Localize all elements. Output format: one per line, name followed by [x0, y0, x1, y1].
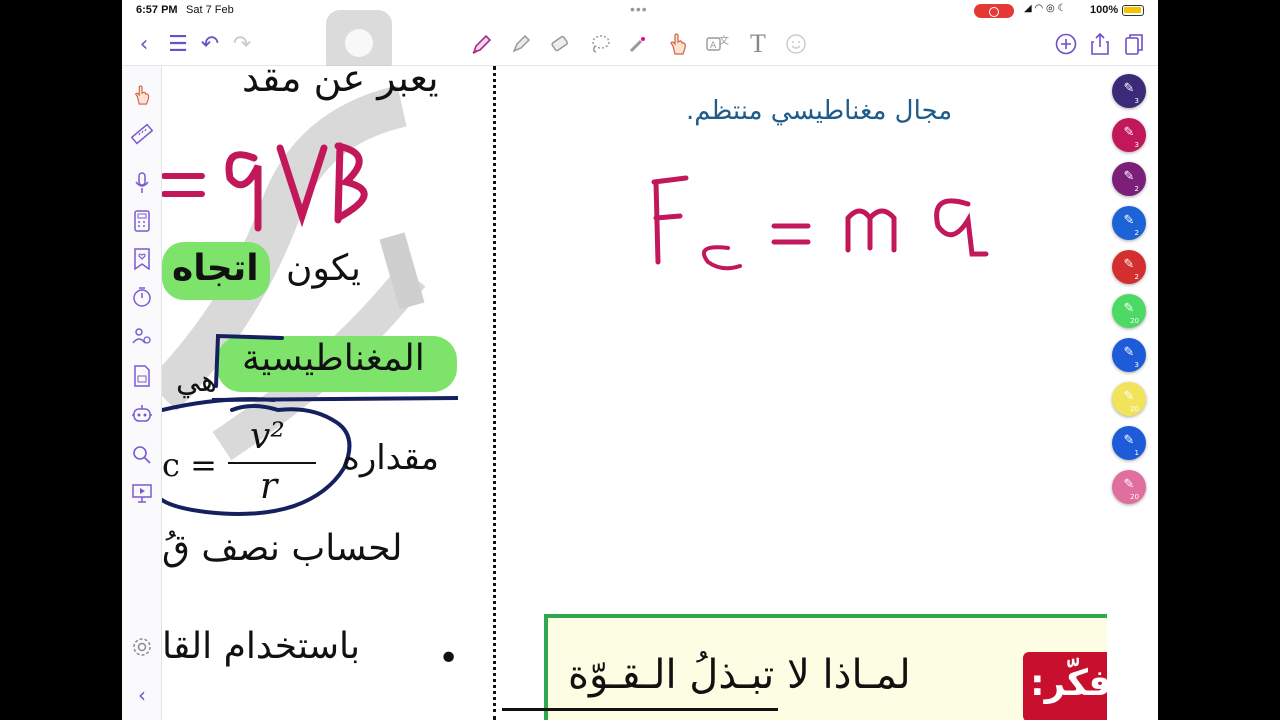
notebook-page[interactable]: يعبر عن مقد اتجاه يكون المغناطيسية هي مق… — [162, 66, 1107, 720]
hand-icon[interactable] — [127, 80, 157, 110]
bullet-point: • — [438, 638, 460, 679]
text-icon[interactable]: T — [742, 28, 774, 60]
text-line-4: مقداره — [342, 438, 439, 478]
status-bar: 6:57 PM Sat 7 Feb ••• ◢ ◠ ◎ ☾ 100% — [122, 0, 1158, 22]
text-line-5: لحساب نصف قُ — [162, 528, 403, 569]
think-badge: أُفكّر: — [1023, 652, 1107, 720]
lasso-icon[interactable] — [584, 28, 616, 60]
system-icons: ◢ ◠ ◎ ☾ — [1024, 3, 1067, 14]
think-question-box: أُفكّر: لمـاذا لا تبـذلُ الـقـوّة — [544, 614, 1107, 720]
svg-text:文: 文 — [719, 34, 729, 47]
pen-preset-blue-3[interactable]: ✎ 1 — [1112, 426, 1146, 460]
status-date: Sat 7 Feb — [186, 4, 234, 16]
text-line-6: باستخدام القا — [162, 626, 361, 667]
translate-icon[interactable]: A文 — [702, 28, 734, 60]
eraser-icon[interactable] — [544, 28, 576, 60]
pen-preset-magenta[interactable]: ✎ 3 — [1112, 118, 1146, 152]
left-sidebar: ‹ — [122, 66, 162, 720]
text-line-2: يكون — [286, 248, 361, 289]
highlighter-preset-yellow[interactable]: ✎ 20 — [1112, 382, 1146, 416]
assistant-icon[interactable] — [127, 400, 157, 430]
hand-icon[interactable] — [662, 28, 694, 60]
people-icon[interactable] — [127, 322, 157, 352]
underline-stroke — [502, 708, 778, 711]
handwritten-formula-fc-ma — [651, 175, 989, 271]
document-icon[interactable] — [127, 361, 157, 391]
search-icon[interactable] — [127, 440, 157, 470]
pen-preset-dark-purple[interactable]: ✎ 3 — [1112, 74, 1146, 108]
timer-icon[interactable] — [127, 282, 157, 312]
handwritten-formula-qvb — [162, 142, 368, 232]
equation-prefix: c = — [162, 446, 217, 484]
highlighter-icon[interactable] — [505, 28, 537, 60]
column-divider — [493, 66, 496, 720]
equation-numerator: v² — [250, 416, 285, 457]
calculator-icon[interactable] — [127, 206, 157, 236]
microphone-icon[interactable] — [127, 168, 157, 198]
screen-recording-icon[interactable] — [974, 4, 1014, 18]
undo-icon[interactable]: ↶ — [194, 28, 226, 60]
battery-percent: 100% — [1090, 4, 1119, 16]
highlighted-word-direction: اتجاه — [172, 248, 259, 289]
bookmark-heart-icon[interactable] — [127, 244, 157, 274]
sticker-icon[interactable] — [780, 28, 812, 60]
heading-uniform-field: مجال مغناطيسي منتظم. — [686, 96, 953, 126]
svg-text:A: A — [710, 41, 717, 51]
multitasking-dots-icon[interactable]: ••• — [630, 1, 648, 17]
think-question-text: لمـاذا لا تبـذلُ الـقـوّة — [568, 652, 911, 698]
settings-icon[interactable] — [127, 632, 157, 662]
highlighter-preset-pink[interactable]: ✎ 20 — [1112, 470, 1146, 504]
pen-preset-red[interactable]: ✎ 2 — [1112, 250, 1146, 284]
highlighter-preset-green[interactable]: ✎ 20 — [1112, 294, 1146, 328]
pen-preset-blue-2[interactable]: ✎ 3 — [1112, 338, 1146, 372]
pen-preset-purple[interactable]: ✎ 2 — [1112, 162, 1146, 196]
pen-preset-blue[interactable]: ✎ 2 — [1112, 206, 1146, 240]
list-icon[interactable]: ☰ — [162, 28, 194, 60]
top-toolbar: ‹ ☰ ↶ ↷ A文 T — [122, 22, 1158, 66]
handwritten-annotation — [162, 333, 459, 516]
ruler-icon[interactable] — [127, 119, 157, 149]
pen-icon[interactable] — [466, 28, 498, 60]
battery-icon — [1122, 5, 1144, 16]
fraction-bar — [228, 462, 316, 464]
status-time: 6:57 PM — [136, 4, 178, 16]
add-page-icon[interactable] — [1050, 28, 1082, 60]
presentation-icon[interactable] — [127, 478, 157, 508]
ipad-screen: 6:57 PM Sat 7 Feb ••• ◢ ◠ ◎ ☾ 100% ‹ ☰ ↶… — [122, 0, 1158, 720]
pages-icon[interactable] — [1118, 28, 1150, 60]
text-line-1: يعبر عن مقد — [242, 66, 439, 100]
share-icon[interactable] — [1084, 28, 1116, 60]
equation-denominator: r — [260, 466, 278, 507]
collapse-icon[interactable]: ‹ — [127, 680, 157, 710]
redo-icon[interactable]: ↷ — [226, 28, 258, 60]
laser-pointer-icon[interactable] — [622, 28, 654, 60]
chevron-left-icon[interactable]: ‹ — [128, 28, 160, 60]
